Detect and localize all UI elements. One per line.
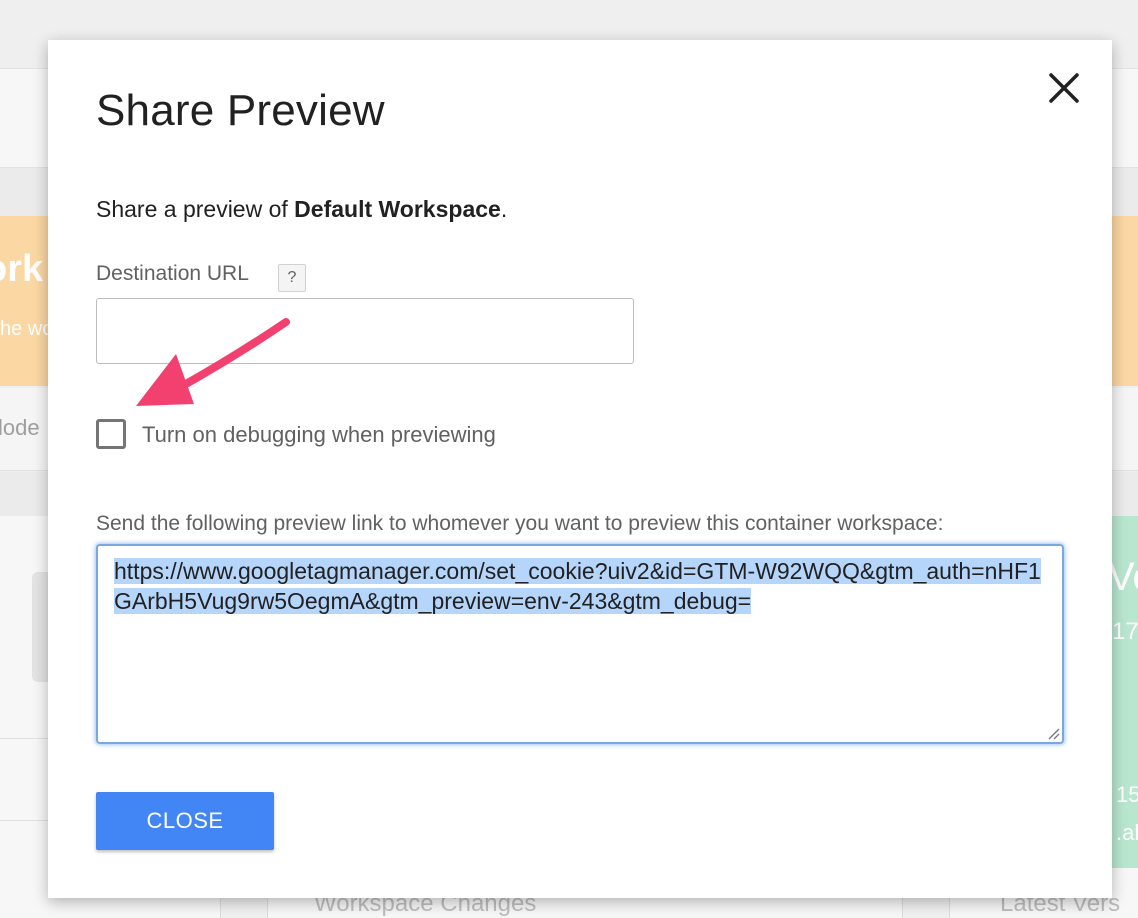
workspace-name: Default Workspace bbox=[294, 196, 501, 222]
close-button[interactable]: CLOSE bbox=[96, 792, 274, 850]
preview-link-label: Send the following preview link to whome… bbox=[96, 512, 944, 535]
background-version-number: 17 bbox=[1112, 618, 1138, 645]
share-preview-dialog: Share Preview Share a preview of Default… bbox=[48, 40, 1112, 898]
destination-url-input[interactable] bbox=[96, 298, 634, 364]
preview-link-textarea[interactable]: https://www.googletagmanager.com/set_coo… bbox=[96, 544, 1064, 744]
help-icon[interactable]: ? bbox=[278, 264, 306, 292]
destination-url-label: Destination URL bbox=[96, 262, 249, 285]
background-version-number-2: 15 bbox=[1116, 782, 1138, 807]
background-version-text: .ah bbox=[1116, 820, 1138, 845]
description-prefix: Share a preview of bbox=[96, 196, 295, 222]
background-banner-title: ork bbox=[0, 248, 44, 290]
debug-checkbox-label[interactable]: Turn on debugging when previewing bbox=[142, 422, 496, 448]
dialog-description: Share a preview of Default Workspace. bbox=[96, 196, 507, 223]
debug-checkbox[interactable] bbox=[96, 419, 126, 449]
background-mode-text: lode bbox=[0, 415, 40, 440]
close-icon[interactable] bbox=[1042, 66, 1086, 110]
resize-grip-icon[interactable] bbox=[1046, 726, 1060, 740]
dialog-title: Share Preview bbox=[96, 86, 385, 135]
background-banner-subtitle: he wo bbox=[0, 318, 54, 340]
preview-link-text[interactable]: https://www.googletagmanager.com/set_coo… bbox=[114, 558, 1041, 614]
description-suffix: . bbox=[500, 196, 508, 222]
background-version-heading: Ve bbox=[1108, 555, 1138, 599]
